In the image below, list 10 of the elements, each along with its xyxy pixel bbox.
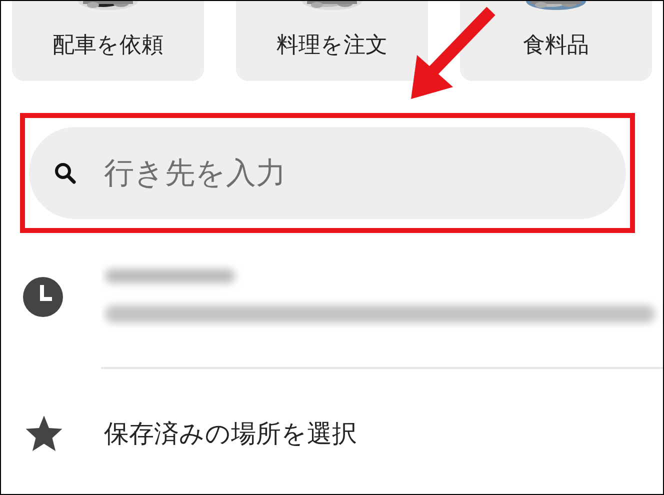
shortcut-label: 料理を注文 — [276, 32, 388, 60]
search-field[interactable]: 行き先を入力 — [29, 127, 626, 219]
saved-places-link[interactable]: 保存済みの場所を選択 — [104, 416, 357, 450]
shortcut-tile[interactable]: 配車を依頼 — [12, 1, 204, 81]
star-icon — [24, 414, 64, 452]
shortcut-tile[interactable]: 料理を注文 — [236, 1, 428, 81]
shortcut-label: 配車を依頼 — [52, 32, 164, 60]
shortcut-label: 食料品 — [523, 32, 589, 60]
shortcut-tile[interactable]: 食料品 — [460, 1, 652, 81]
clock-icon — [22, 276, 64, 318]
